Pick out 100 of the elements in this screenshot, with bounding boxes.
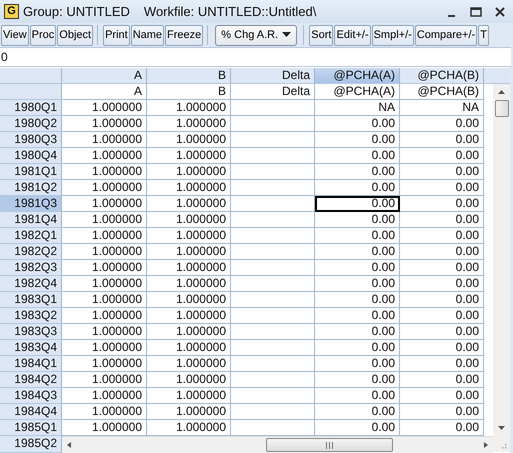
- row-header[interactable]: 1982Q4: [0, 276, 62, 292]
- table-cell: 1.000000: [62, 372, 147, 388]
- row-header: 1985Q2: [0, 436, 62, 453]
- scroll-thumb[interactable]: [266, 438, 394, 452]
- table-cell: 1.000000: [62, 180, 147, 196]
- row-header[interactable]: 1983Q2: [0, 308, 62, 324]
- table-cell: 1.000000: [147, 164, 231, 180]
- view-dropdown[interactable]: % Chg A.R.: [215, 24, 298, 46]
- table-cell: 1.000000: [147, 356, 231, 372]
- series-name-cell: Delta: [231, 84, 315, 100]
- series-name-cell: B: [147, 84, 231, 100]
- row-header[interactable]: 1981Q1: [0, 164, 62, 180]
- table-cell: 0.00: [315, 356, 400, 372]
- maximize-icon[interactable]: [469, 4, 483, 18]
- toolbar-button[interactable]: Proc: [30, 24, 56, 46]
- column-header[interactable]: B: [147, 68, 231, 84]
- table-cell: 1.000000: [62, 420, 147, 436]
- table-cell: 1.000000: [62, 356, 147, 372]
- table-cell: 1.000000: [147, 404, 231, 420]
- row-header[interactable]: 1983Q1: [0, 292, 62, 308]
- table-cell: 0.00: [400, 196, 484, 212]
- scroll-thumb[interactable]: [494, 100, 508, 117]
- toolbar-button[interactable]: T: [478, 24, 489, 46]
- table-cell: 0.00: [315, 244, 400, 260]
- toolbar-button[interactable]: Edit+/-: [334, 24, 371, 46]
- table-cell: 1.000000: [147, 228, 231, 244]
- table-cell: 0.00: [400, 180, 484, 196]
- table-cell: 0.00: [400, 308, 484, 324]
- edit-field[interactable]: 0: [0, 47, 511, 67]
- toolbar-button[interactable]: Name: [130, 24, 164, 46]
- table-cell: 1.000000: [147, 148, 231, 164]
- table-cell: 0.00: [315, 132, 400, 148]
- table-cell: 1.000000: [62, 340, 147, 356]
- horizontal-scrollbar[interactable]: [62, 436, 493, 453]
- table-cell: 0.00: [315, 420, 400, 436]
- table-cell: 0.00: [315, 196, 400, 212]
- toolbar-button[interactable]: Freeze: [165, 24, 204, 46]
- row-header[interactable]: 1982Q3: [0, 260, 62, 276]
- table-cell: 0.00: [315, 228, 400, 244]
- row-header[interactable]: 1981Q2: [0, 180, 62, 196]
- table-cell: 1.000000: [147, 372, 231, 388]
- series-name-cell: A: [62, 84, 147, 100]
- table-cell: 0.00: [315, 340, 400, 356]
- column-header[interactable]: @PCHA(A): [315, 68, 400, 84]
- table-cell: 0.00: [400, 276, 484, 292]
- column-header[interactable]: A: [62, 68, 147, 84]
- row-header[interactable]: 1981Q3: [0, 196, 62, 212]
- table-cell: 1.000000: [62, 148, 147, 164]
- toolbar-button[interactable]: View: [1, 24, 29, 46]
- table-cell: 1.000000: [62, 276, 147, 292]
- row-header[interactable]: 1980Q3: [0, 132, 62, 148]
- column-header[interactable]: @PCHA(B): [400, 68, 484, 84]
- toolbar-button[interactable]: Object: [57, 24, 94, 46]
- row-header[interactable]: 1982Q2: [0, 244, 62, 260]
- table-cell: 1.000000: [62, 100, 147, 116]
- table-cell: 1.000000: [147, 132, 231, 148]
- row-header[interactable]: 1981Q4: [0, 212, 62, 228]
- table-cell: 1.000000: [62, 388, 147, 404]
- table-cell: 1.000000: [62, 164, 147, 180]
- row-header[interactable]: 1980Q4: [0, 148, 62, 164]
- table-cell: 0.00: [315, 372, 400, 388]
- series-name-cell: @PCHA(A): [315, 84, 400, 100]
- table-cell: 1.000000: [62, 212, 147, 228]
- table-cell: 0.00: [400, 404, 484, 420]
- table-cell: 1.000000: [62, 404, 147, 420]
- table-cell: 0.00: [400, 292, 484, 308]
- row-header[interactable]: 1982Q1: [0, 228, 62, 244]
- toolbar-button[interactable]: Sort: [309, 24, 334, 46]
- row-header[interactable]: 1983Q4: [0, 340, 62, 356]
- close-icon[interactable]: [493, 4, 507, 18]
- row-header[interactable]: 1984Q3: [0, 388, 62, 404]
- table-cell: 0.00: [315, 324, 400, 340]
- toolbar-button[interactable]: Compare+/-: [414, 24, 478, 46]
- table-cell: 1.000000: [62, 132, 147, 148]
- row-header[interactable]: 1985Q1: [0, 420, 62, 436]
- table-cell: 1.000000: [147, 388, 231, 404]
- row-header[interactable]: 1983Q3: [0, 324, 62, 340]
- table-cell: 1.000000: [147, 340, 231, 356]
- row-header[interactable]: 1984Q1: [0, 356, 62, 372]
- table-cell: 0.00: [315, 404, 400, 420]
- row-header[interactable]: 1984Q4: [0, 404, 62, 420]
- table-cell: 0.00: [400, 420, 484, 436]
- row-header[interactable]: 1980Q2: [0, 116, 62, 132]
- table-cell: 1.000000: [62, 244, 147, 260]
- row-header[interactable]: 1984Q2: [0, 372, 62, 388]
- row-header[interactable]: 1980Q1: [0, 100, 62, 116]
- column-header[interactable]: Delta: [231, 68, 315, 84]
- table-cell: 0.00: [400, 212, 484, 228]
- table-cell: 0.00: [315, 308, 400, 324]
- table-cell: 1.000000: [147, 308, 231, 324]
- vertical-scrollbar[interactable]: [493, 84, 510, 436]
- table-cell: 0.00: [400, 164, 484, 180]
- toolbar-button[interactable]: Print: [103, 24, 130, 46]
- table-cell: 1.000000: [62, 292, 147, 308]
- corner-cell: [0, 68, 62, 84]
- workfile-title: Workfile: UNTITLED::Untitled\: [144, 4, 316, 19]
- table-cell: 0.00: [400, 244, 484, 260]
- toolbar-button[interactable]: Smpl+/-: [372, 24, 414, 46]
- table-cell: 0.00: [315, 292, 400, 308]
- caret-icon: [282, 32, 292, 38]
